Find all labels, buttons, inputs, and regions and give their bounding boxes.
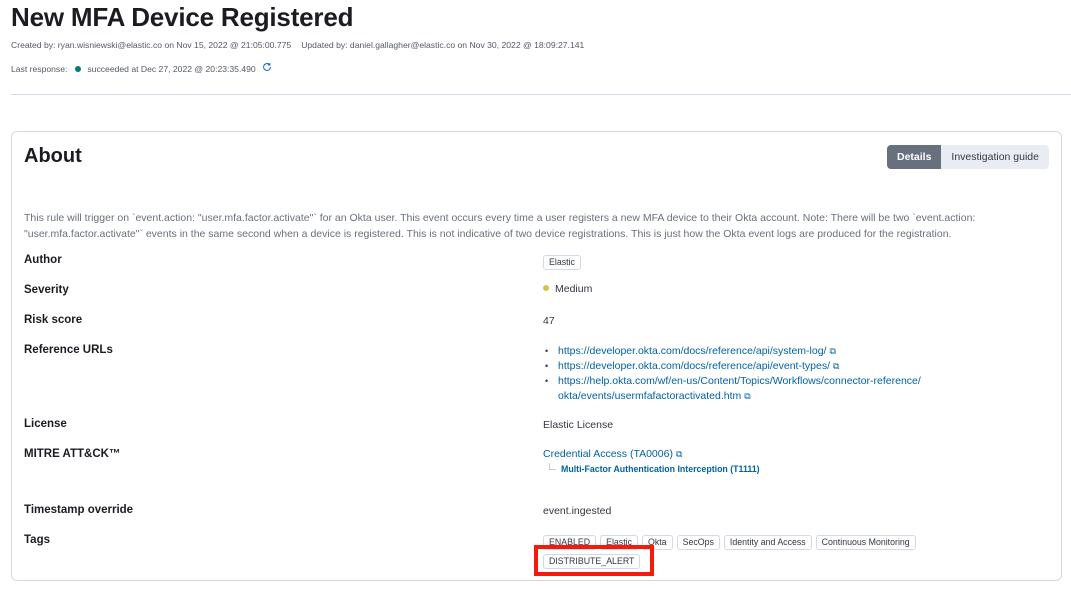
reference-urls-value: https://developer.okta.com/docs/referenc… [543, 344, 923, 404]
external-link-icon: ⧉ [833, 361, 840, 371]
author-value: Elastic [543, 255, 581, 270]
created-by: Created by: ryan.wisniewski@elastic.co o… [11, 40, 292, 50]
page-title: New MFA Device Registered [11, 2, 354, 32]
last-response-status: succeeded at Dec 27, 2022 @ 20:23:35.490 [87, 63, 256, 74]
timestamp-override-value: event.ingested [543, 505, 612, 517]
license-label: License [24, 418, 67, 430]
reference-url-item[interactable]: https://developer.okta.com/docs/referenc… [543, 344, 923, 359]
severity-value: Medium [543, 283, 592, 295]
reference-url-link[interactable]: https://help.okta.com/wf/en-us/Content/T… [558, 375, 921, 402]
risk-score-label: Risk score [24, 314, 83, 326]
timestamp-override-label: Timestamp override [24, 504, 134, 516]
about-panel: About Details Investigation guide This r… [11, 131, 1062, 581]
tags-label: Tags [24, 534, 50, 546]
tab-investigation-guide[interactable]: Investigation guide [941, 145, 1049, 169]
tree-connector-icon [549, 462, 556, 470]
last-response-label: Last response: [11, 63, 68, 74]
tag-badge: Identity and Access [723, 535, 812, 550]
mitre-tactic-text[interactable]: Credential Access (TA0006) [543, 448, 673, 460]
tag-badge: SecOps [676, 535, 720, 550]
about-title: About [24, 145, 82, 167]
rule-description: This rule will trigger on `event.action:… [24, 212, 976, 240]
external-link-icon: ⧉ [744, 391, 751, 401]
last-response: Last response: succeeded at Dec 27, 2022… [11, 62, 272, 75]
license-value: Elastic License [543, 419, 614, 431]
author-badge: Elastic [543, 255, 581, 270]
mitre-tactic-link[interactable]: Credential Access (TA0006) ⧉ [543, 448, 760, 460]
reference-url-link[interactable]: https://developer.okta.com/docs/referenc… [558, 360, 830, 372]
about-tabs: Details Investigation guide [886, 145, 1049, 169]
reference-url-item[interactable]: https://help.okta.com/wf/en-us/Content/T… [543, 374, 923, 404]
mitre-value: Credential Access (TA0006) ⧉ Multi-Factor… [543, 448, 760, 474]
updated-by: Updated by: daniel.gallagher@elastic.co … [301, 40, 585, 50]
mitre-label: MITRE ATT&CK™ [24, 448, 121, 460]
author-label: Author [24, 254, 62, 266]
refresh-icon[interactable] [262, 62, 272, 75]
header-divider [11, 94, 1071, 95]
severity-dot-icon [543, 285, 549, 292]
severity-text: Medium [555, 283, 593, 295]
mitre-technique-text[interactable]: Multi-Factor Authentication Interception… [561, 464, 760, 474]
tab-details[interactable]: Details [886, 145, 942, 169]
risk-score-value: 47 [543, 315, 555, 327]
mitre-technique-link[interactable]: Multi-Factor Authentication Interception… [543, 462, 760, 474]
external-link-icon: ⧉ [829, 346, 836, 356]
reference-url-list: https://developer.okta.com/docs/referenc… [543, 344, 923, 404]
reference-urls-label: Reference URLs [24, 344, 113, 356]
status-dot-icon [75, 65, 82, 72]
tag-badge: Continuous Monitoring [815, 535, 916, 550]
reference-url-link[interactable]: https://developer.okta.com/docs/referenc… [558, 345, 826, 357]
rule-meta: Created by: ryan.wisniewski@elastic.co o… [11, 40, 584, 50]
severity-label: Severity [24, 284, 69, 296]
reference-url-item[interactable]: https://developer.okta.com/docs/referenc… [543, 359, 923, 374]
external-link-icon: ⧉ [675, 449, 683, 459]
highlight-annotation [534, 545, 654, 576]
